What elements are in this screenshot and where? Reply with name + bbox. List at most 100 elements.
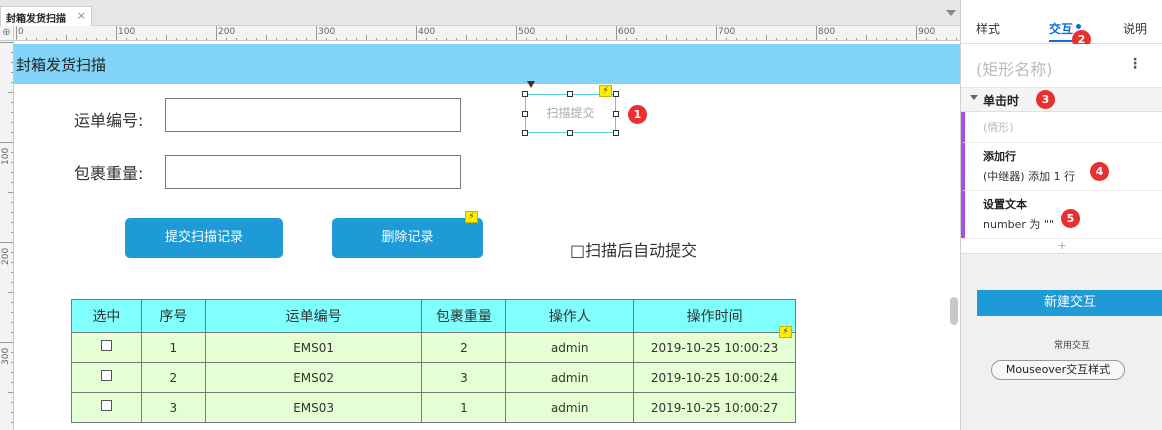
table-cell: 2 <box>421 332 507 363</box>
tab-interaction[interactable]: 交互 <box>1049 20 1073 37</box>
page-title-bar: 封箱发货扫描 <box>14 44 960 84</box>
ruler-tick <box>716 26 717 40</box>
ruler-label: 100 <box>118 27 136 37</box>
column-header: 操作时间 <box>633 299 796 333</box>
vertical-scrollbar-thumb[interactable] <box>950 297 958 325</box>
resize-handle[interactable] <box>522 130 528 136</box>
ruler-tick <box>16 26 17 40</box>
table-cell: EMS02 <box>204 362 423 393</box>
ruler-tick <box>0 242 13 243</box>
new-interaction-button[interactable]: 新建交互 <box>977 290 1162 316</box>
lightning-icon: ⚡ <box>779 326 792 338</box>
horizontal-ruler: 0 100 200 300 400 500 600 700 800 900 <box>14 26 960 41</box>
column-header: 运单编号 <box>204 299 423 333</box>
event-label: 单击时 <box>983 94 1020 108</box>
waybill-input[interactable] <box>165 98 461 132</box>
more-options-icon[interactable]: ⋮ <box>1128 56 1142 72</box>
ruler-label: 500 <box>518 27 536 37</box>
resize-handle[interactable] <box>613 111 619 117</box>
case-item[interactable]: (情形) <box>961 112 1162 142</box>
table-cell: 1 <box>421 392 507 423</box>
table-header-row: 选中 序号 运单编号 包裹重量 操作人 操作时间 <box>71 299 796 333</box>
callout-badge: 3 <box>1036 90 1055 109</box>
table-cell: admin <box>505 362 635 393</box>
close-icon[interactable]: × <box>77 9 86 22</box>
ruler-tick <box>0 342 13 343</box>
table-cell: EMS03 <box>204 392 423 423</box>
ruler-tick <box>0 42 13 43</box>
common-interactions-label: 常用交互 <box>1053 341 1090 351</box>
table-cell: 3 <box>140 392 206 423</box>
event-on-click[interactable]: 单击时 <box>961 88 1162 112</box>
ruler-tick <box>116 26 117 40</box>
table-cell: 1 <box>140 332 206 363</box>
submit-scan-button[interactable]: 提交扫描记录 <box>125 218 283 258</box>
row-checkbox[interactable] <box>100 339 112 351</box>
row-select-cell <box>71 332 142 363</box>
anchor-marker-icon[interactable] <box>527 81 535 88</box>
ruler-label: 300 <box>318 27 336 37</box>
ruler-label: 300 <box>1 347 11 365</box>
tab-notes[interactable]: 说明 <box>1123 20 1147 37</box>
crosshair-icon[interactable]: ⊕ <box>0 26 14 41</box>
ruler-tick <box>816 26 817 40</box>
ruler-label: 100 <box>1 147 11 165</box>
document-tab-bar: 封箱发货扫描 × <box>0 0 960 26</box>
caret-down-icon[interactable] <box>970 95 978 100</box>
vertical-ruler: 100 200 300 <box>0 41 14 430</box>
row-select-cell <box>71 362 142 393</box>
waybill-label: 运单编号: <box>74 111 144 130</box>
table-cell: 3 <box>421 362 507 393</box>
ruler-tick <box>616 26 617 40</box>
panel-tabs: 样式 交互 说明 2 <box>961 0 1162 49</box>
add-case-button[interactable]: + <box>961 238 1162 254</box>
ruler-label: 700 <box>718 27 736 37</box>
table-cell: 2019-10-25 10:00:27 <box>633 392 796 423</box>
lightning-icon: ⚡ <box>465 211 478 223</box>
table-cell: admin <box>505 332 635 363</box>
action-description: (中继器) 添加 1 行 <box>983 170 1076 183</box>
chevron-down-icon[interactable] <box>946 10 956 16</box>
table-cell: 2019-10-25 10:00:24 <box>633 362 796 393</box>
scan-records-table: 选中 序号 运单编号 包裹重量 操作人 操作时间 1 EMS01 2 admin… <box>71 299 796 423</box>
column-header: 包裹重量 <box>421 299 507 333</box>
tab-style[interactable]: 样式 <box>976 20 1000 37</box>
resize-handle[interactable] <box>567 91 573 97</box>
delete-record-button[interactable]: 删除记录 <box>332 218 483 258</box>
weight-input[interactable] <box>165 155 461 189</box>
column-header: 操作人 <box>505 299 635 333</box>
callout-badge: 5 <box>1061 209 1080 228</box>
action-title: 添加行 <box>983 150 1016 163</box>
ruler-label: 0 <box>18 27 24 37</box>
table-row: 2 EMS02 3 admin 2019-10-25 10:00:24 <box>71 362 796 393</box>
table-cell: admin <box>505 392 635 423</box>
resize-handle[interactable] <box>613 130 619 136</box>
ruler-tick <box>216 26 217 40</box>
ruler-tick <box>0 142 13 143</box>
resize-handle[interactable] <box>613 91 619 97</box>
weight-label: 包裹重量: <box>74 164 144 183</box>
resize-handle[interactable] <box>567 130 573 136</box>
ruler-tick <box>416 26 417 40</box>
ruler-label: 200 <box>218 27 236 37</box>
resize-handle[interactable] <box>522 91 528 97</box>
auto-submit-checkbox[interactable]: □扫描后自动提交 <box>570 237 697 261</box>
ruler-tick <box>916 26 917 40</box>
table-row: 1 EMS01 2 admin 2019-10-25 10:00:23 <box>71 332 796 363</box>
row-select-cell <box>71 392 142 423</box>
callout-badge: 1 <box>628 105 647 124</box>
mouseover-style-button[interactable]: Mouseover交互样式 <box>991 360 1125 380</box>
table-row: 3 EMS03 1 admin 2019-10-25 10:00:27 <box>71 392 796 423</box>
column-header: 序号 <box>140 299 206 333</box>
document-tab-title: 封箱发货扫描 <box>6 14 66 25</box>
design-canvas[interactable]: 封箱发货扫描 运单编号: 包裹重量: 提交扫描记录 删除记录 ⚡ □扫描后自动提… <box>14 41 960 430</box>
resize-handle[interactable] <box>522 111 528 117</box>
row-checkbox[interactable] <box>100 369 112 381</box>
row-checkbox[interactable] <box>100 399 112 411</box>
active-indicator-icon <box>1076 24 1081 29</box>
action-add-row[interactable]: 添加行 (中继器) 添加 1 行 <box>961 142 1162 190</box>
document-tab[interactable]: 封箱发货扫描 × <box>0 6 92 26</box>
selected-scan-submit-shape[interactable]: 扫描提交 <box>525 94 616 133</box>
callout-badge: 4 <box>1090 162 1109 181</box>
ruler-tick <box>516 26 517 40</box>
